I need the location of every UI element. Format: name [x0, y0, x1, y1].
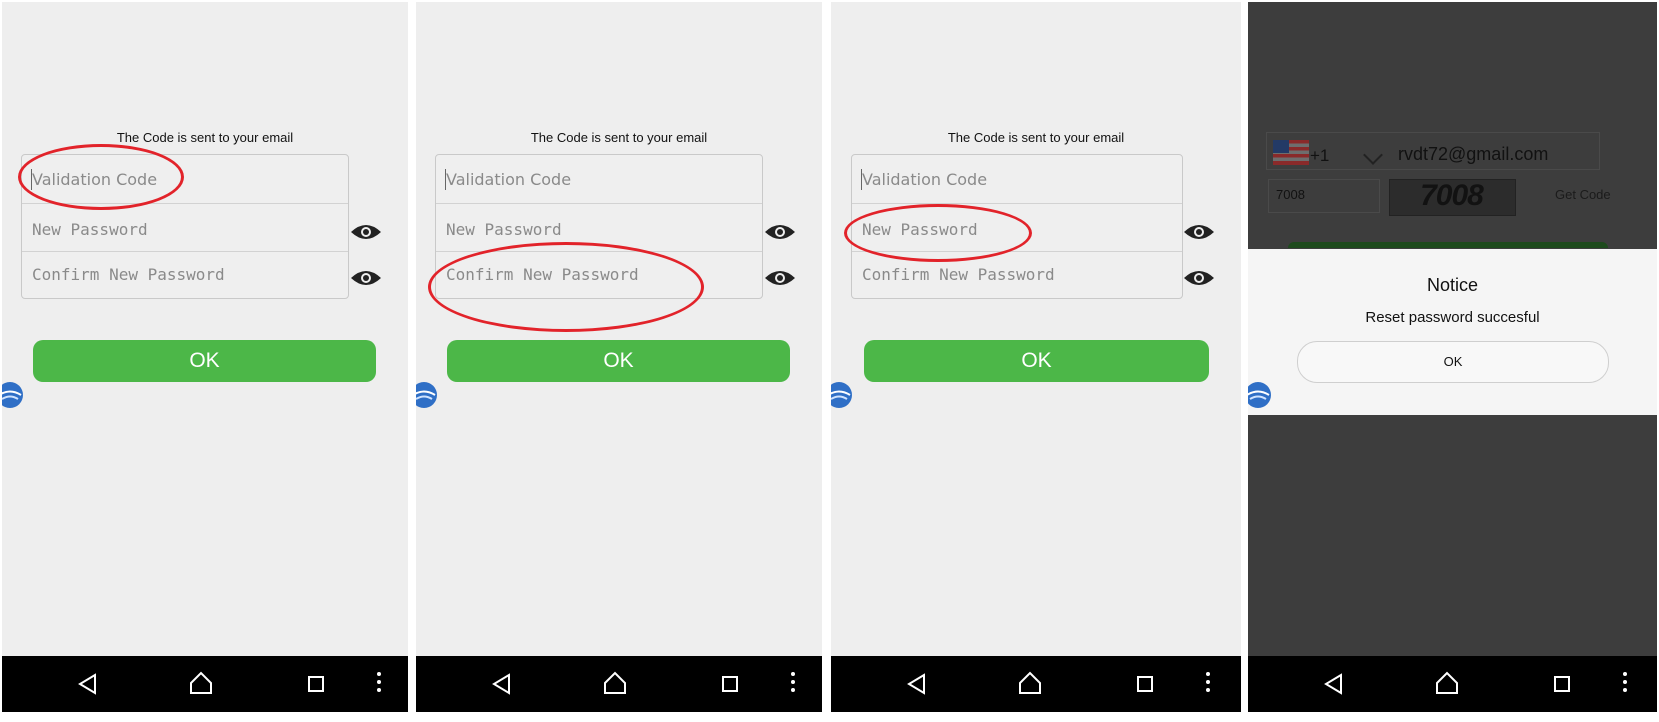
- code-input-value: 7008: [1276, 187, 1305, 202]
- eye-icon[interactable]: [1183, 222, 1215, 242]
- validation-code-input[interactable]: Validation Code: [862, 170, 987, 189]
- get-code-link[interactable]: Get Code: [1555, 187, 1611, 202]
- floating-bubble-icon[interactable]: [2, 380, 26, 410]
- notice-dialog: Notice Reset password succesful OK: [1248, 249, 1657, 415]
- navigation-bar: [831, 656, 1241, 712]
- dialog-message: Reset password succesful: [1365, 309, 1540, 326]
- home-icon[interactable]: [189, 671, 213, 695]
- home-icon[interactable]: [1435, 671, 1459, 695]
- recents-icon[interactable]: [1137, 676, 1153, 692]
- back-icon[interactable]: [906, 673, 926, 695]
- eye-icon[interactable]: [350, 268, 382, 288]
- highlight-circle: [18, 144, 184, 210]
- home-icon[interactable]: [603, 671, 627, 695]
- ok-button[interactable]: OK: [864, 340, 1209, 382]
- code-sent-hint: The Code is sent to your email: [530, 130, 708, 145]
- screen-1-reset-form: The Code is sent to your email Validatio…: [2, 2, 408, 712]
- ok-button[interactable]: OK: [33, 340, 376, 382]
- new-password-input[interactable]: New Password: [32, 220, 148, 239]
- divider: [852, 203, 1182, 204]
- eye-icon[interactable]: [350, 222, 382, 242]
- new-password-input[interactable]: New Password: [446, 220, 562, 239]
- back-icon[interactable]: [77, 673, 97, 695]
- us-flag-icon[interactable]: [1273, 140, 1309, 165]
- navigation-bar: [2, 656, 408, 712]
- country-code[interactable]: +1: [1310, 146, 1329, 166]
- captcha-text: 7008: [1420, 179, 1484, 212]
- email-value[interactable]: rvdt72@gmail.com: [1398, 144, 1548, 165]
- ok-button[interactable]: OK: [447, 340, 790, 382]
- recents-icon[interactable]: [722, 676, 738, 692]
- overflow-menu-icon[interactable]: [377, 672, 381, 696]
- overflow-menu-icon[interactable]: [791, 672, 795, 696]
- code-sent-hint: The Code is sent to your email: [947, 130, 1125, 145]
- eye-icon[interactable]: [1183, 268, 1215, 288]
- back-icon[interactable]: [491, 673, 511, 695]
- screen-4-success-dialog: +1 rvdt72@gmail.com 7008 7008 Get Code N…: [1248, 2, 1657, 712]
- home-icon[interactable]: [1018, 671, 1042, 695]
- eye-icon[interactable]: [764, 268, 796, 288]
- divider: [436, 203, 762, 204]
- validation-code-input[interactable]: Validation Code: [446, 170, 571, 189]
- overflow-menu-icon[interactable]: [1623, 672, 1627, 696]
- dimmed-submit-button: [1288, 242, 1608, 248]
- floating-bubble-icon[interactable]: [1248, 380, 1274, 410]
- floating-bubble-icon[interactable]: [416, 380, 440, 410]
- dialog-title: Notice: [1426, 275, 1479, 295]
- recents-icon[interactable]: [308, 676, 324, 692]
- eye-icon[interactable]: [764, 222, 796, 242]
- back-icon[interactable]: [1323, 673, 1343, 695]
- dialog-ok-button[interactable]: OK: [1297, 341, 1609, 383]
- recents-icon[interactable]: [1554, 676, 1570, 692]
- confirm-password-input[interactable]: Confirm New Password: [32, 265, 225, 284]
- highlight-circle: [844, 204, 1032, 262]
- floating-bubble-icon[interactable]: [831, 380, 855, 410]
- navigation-bar: [1248, 656, 1657, 712]
- divider: [22, 251, 348, 252]
- overflow-menu-icon[interactable]: [1206, 672, 1210, 696]
- code-sent-hint: The Code is sent to your email: [116, 130, 294, 145]
- screen-2-reset-form: The Code is sent to your email Validatio…: [416, 2, 822, 712]
- highlight-circle: [428, 242, 704, 332]
- confirm-password-input[interactable]: Confirm New Password: [862, 265, 1055, 284]
- screen-3-reset-form: The Code is sent to your email Validatio…: [831, 2, 1241, 712]
- navigation-bar: [416, 656, 822, 712]
